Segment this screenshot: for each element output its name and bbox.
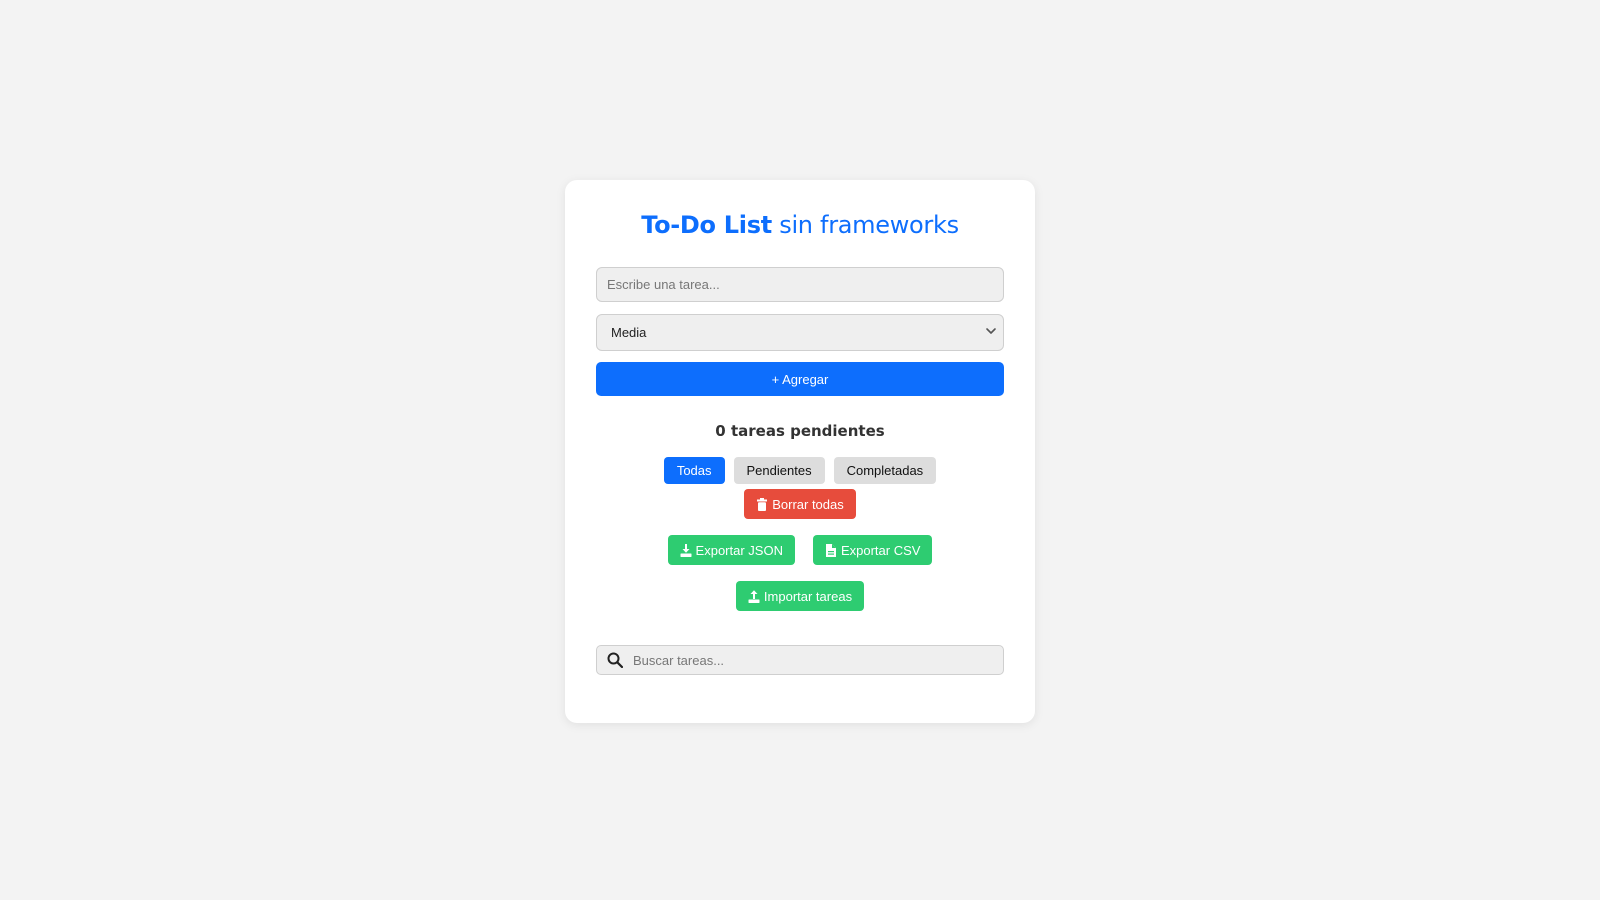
search-input[interactable] [631,651,1003,669]
csv-file-icon [825,543,836,557]
title-rest: sin frameworks [779,211,959,239]
export-csv-button[interactable]: Exportar CSV [812,535,933,565]
import-tasks-label: Importar tareas [763,588,853,604]
add-task-button[interactable]: + Agregar [596,362,1004,396]
title-bold: To-Do List [641,211,772,239]
page-title: To-Do List sin frameworks [565,211,1035,239]
chevron-down-icon [986,328,996,334]
filter-pending-button[interactable]: Pendientes [733,457,825,484]
export-json-button[interactable]: Exportar JSON [667,535,795,565]
delete-all-label: Borrar todas [772,496,844,512]
trash-icon [757,497,768,511]
delete-all-button[interactable]: Borrar todas [744,489,856,519]
export-row: Exportar JSON Exportar CSV [565,535,1035,565]
priority-selected-value: Media [611,325,647,340]
export-json-label: Exportar JSON [695,542,783,558]
import-tasks-button[interactable]: Importar tareas [735,581,865,611]
download-icon [680,543,692,557]
search-box [596,645,1004,675]
todo-card: To-Do List sin frameworks Media + Agrega… [565,180,1035,723]
export-csv-label: Exportar CSV [840,542,921,558]
filter-group: Todas Pendientes Completadas [565,457,1035,484]
import-row: Importar tareas [565,581,1035,611]
filter-completed-button[interactable]: Completadas [833,457,937,484]
task-input[interactable] [596,267,1004,302]
delete-row: Borrar todas [565,489,1035,519]
search-icon [607,652,623,668]
upload-icon [748,589,760,603]
priority-select[interactable]: Media [596,314,1004,351]
pending-count: 0 tareas pendientes [715,422,885,440]
filter-all-button[interactable]: Todas [663,457,725,484]
